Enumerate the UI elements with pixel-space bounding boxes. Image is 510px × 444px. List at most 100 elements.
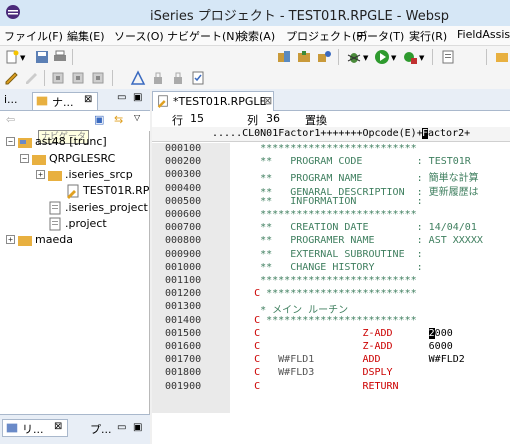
close-icon[interactable]: ⊠ (54, 421, 62, 432)
open-type-icon[interactable] (440, 49, 456, 65)
print-icon[interactable] (52, 49, 68, 65)
file-icon (49, 201, 61, 215)
toggle-icon[interactable] (90, 70, 106, 86)
menu-fieldassist[interactable]: FieldAssis (457, 28, 510, 41)
menu-data[interactable]: データ(T) (356, 28, 404, 44)
menu-file[interactable]: ファイル(F) (4, 28, 63, 44)
sequence-number: 001300 (165, 301, 202, 313)
lock-icon[interactable] (170, 70, 186, 86)
editor-area: *TEST01R.RPGLE ⊠ 行 15 列 36 置換 .....CL0N0… (152, 89, 510, 444)
navigator-icon (36, 96, 48, 106)
spec-type: C (230, 341, 261, 352)
toggle-icon[interactable] (50, 70, 66, 86)
view-menu-icon[interactable]: ▽ (134, 113, 140, 122)
title-bar: iSeries プロジェクト - TEST01R.RPGLE - Websp (0, 0, 510, 26)
menu-search[interactable]: 検索(A) (237, 28, 275, 44)
sequence-number: 000300 (165, 169, 202, 181)
debug-icon[interactable] (346, 49, 362, 65)
sequence-number: 000900 (165, 248, 202, 260)
sequence-number: 000200 (165, 156, 202, 168)
tab-iseries[interactable]: i... (2, 92, 20, 110)
source-line[interactable]: 000500 ** INFORMATION : (152, 196, 510, 209)
minimize-icon[interactable]: ▭ (117, 422, 126, 433)
spec-type: C (230, 380, 261, 392)
source-line[interactable]: 000300 ** PROGRAM NAME : 簡単な計算 (152, 169, 510, 184)
comment-text: ************************** (230, 209, 417, 220)
source-line[interactable]: 001100 ************************** (152, 275, 510, 288)
source-code[interactable]: 000100 ************************** 000200 … (152, 143, 510, 413)
spec-type: C (230, 354, 261, 366)
source-line[interactable]: 000600 ************************** (152, 209, 510, 222)
folder-icon (48, 171, 62, 181)
expand-icon[interactable]: + (36, 170, 45, 179)
factor1: W#FLD3 (278, 367, 315, 379)
comment-text: ** CREATION DATE : 14/04/01 (230, 222, 477, 234)
source-line[interactable]: 001800 C W#FLD3 DSPLY (152, 367, 510, 380)
navigator-pane: i... ナ... ⊠ ▭ ▣ ⇦ ▣ ⇆ ▽ ナビゲータ − ast48 [t… (0, 89, 150, 444)
save-icon[interactable] (34, 49, 50, 65)
triangle-icon[interactable] (130, 70, 146, 86)
source-line[interactable]: 001700 C W#FLD1 ADD W#FLD2 (152, 354, 510, 367)
build-icon[interactable] (276, 49, 292, 65)
link-editor-icon[interactable]: ⇆ (114, 113, 123, 126)
source-line[interactable]: 000100 ************************** (152, 143, 510, 156)
source-line[interactable]: 001000 ** CHANGE HISTORY : (152, 262, 510, 275)
source-line[interactable]: 001900 C RETURN (152, 381, 510, 394)
perspective-icon[interactable] (494, 49, 510, 65)
tab-remote[interactable]: リ... ⊠ (2, 419, 68, 437)
ruler-text: .....CL0N01Factor1+++++++Opcode(E)+ (212, 128, 423, 139)
source-line[interactable]: 000200 ** PROGRAM CODE : TEST01R (152, 156, 510, 169)
menu-source[interactable]: ソース(O) (114, 28, 164, 44)
back-icon[interactable]: ⇦ (6, 113, 15, 126)
window-title: iSeries プロジェクト - TEST01R.RPGLE - Websp (150, 9, 449, 24)
factor2: 6000 (428, 341, 453, 352)
sequence-number: 000400 (165, 182, 202, 194)
toggle-icon[interactable] (70, 70, 86, 86)
main-toolbar: ▼ ▼ ▼ ▼ (0, 45, 510, 67)
menu-run[interactable]: 実行(R) (409, 28, 447, 44)
new-icon[interactable] (4, 49, 20, 65)
checklist-icon[interactable] (190, 70, 206, 86)
pencil-disabled-icon (26, 73, 37, 84)
sequence-number: 001100 (165, 275, 202, 286)
source-line[interactable]: 000800 ** PROGRAMER NAME : AST XXXXX (152, 235, 510, 248)
external-tools-icon[interactable] (402, 49, 418, 65)
opcode: RETURN (362, 380, 399, 392)
opcode: Z-ADD (362, 341, 393, 352)
source-line[interactable]: 001200 C ************************* (152, 288, 510, 301)
source-line[interactable]: 000400 ** GENARAL DESCRIPTION : 更新履歴は (152, 182, 510, 198)
source-line[interactable]: 001300 * メイン ルーチン (152, 301, 510, 316)
close-icon[interactable]: ⊠ (263, 94, 272, 107)
source-line[interactable]: 001600 C Z-ADD 6000 (152, 341, 510, 354)
tab-properties[interactable]: プ... (72, 420, 120, 437)
source-line[interactable]: 000700 ** CREATION DATE : 14/04/01 (152, 222, 510, 235)
source-line[interactable]: 001500 C Z-ADD 2 000 (152, 327, 510, 341)
collapse-icon[interactable]: − (20, 154, 29, 163)
tab-navigator[interactable]: ナ... ⊠ (32, 92, 98, 110)
maximize-icon[interactable]: ▣ (133, 422, 142, 433)
file-icon (49, 217, 61, 231)
connect-icon[interactable] (316, 49, 332, 65)
run-icon[interactable] (374, 49, 390, 65)
app-icon (6, 5, 20, 19)
minimize-icon[interactable]: ▭ (117, 92, 126, 103)
collapse-icon[interactable]: − (6, 137, 15, 146)
expand-icon[interactable]: + (6, 235, 15, 244)
menu-bar: ファイル(F) 編集(E) ソース(O) ナビゲート(N) 検索(A) プロジェ… (0, 26, 510, 45)
tree-label: .project (65, 217, 107, 230)
sequence-number: 000500 (165, 195, 202, 207)
maximize-icon[interactable]: ▣ (133, 92, 142, 103)
deploy-icon[interactable] (296, 49, 312, 65)
source-line[interactable]: 001400 C ************************* (152, 315, 510, 328)
rpg-file-icon (157, 95, 168, 108)
menu-navigate[interactable]: ナビゲート(N) (167, 28, 239, 44)
close-icon[interactable]: ⊠ (84, 94, 92, 105)
source-line[interactable]: 000900 ** EXTERNAL SUBROUTINE : (152, 249, 510, 262)
lock-icon[interactable] (150, 70, 166, 86)
spec-type: C (230, 367, 261, 379)
menu-edit[interactable]: 編集(E) (67, 28, 105, 44)
pencil-icon[interactable] (4, 70, 20, 86)
tab-test01r[interactable]: *TEST01R.RPGLE ⊠ (152, 91, 274, 111)
collapse-all-icon[interactable]: ▣ (94, 113, 104, 126)
sequence-number: 000100 (165, 143, 202, 154)
